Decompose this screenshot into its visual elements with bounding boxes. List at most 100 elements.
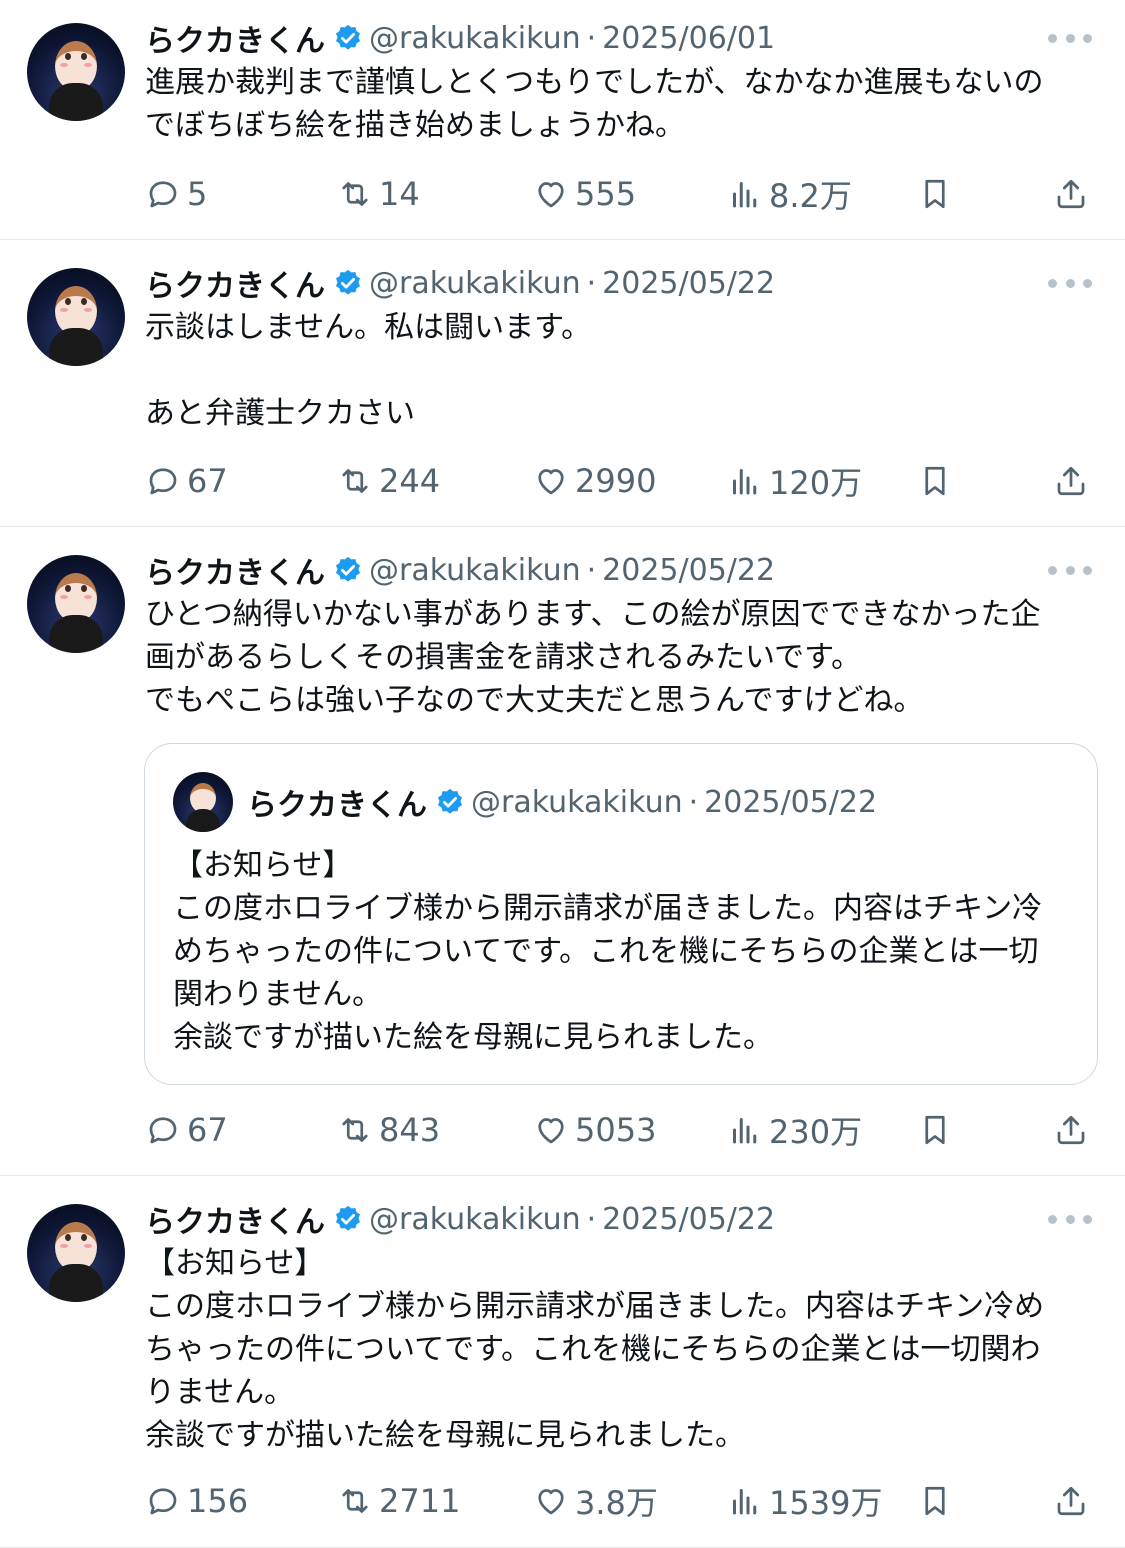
tweet[interactable]: らクカきくん @rakukakikun · 2025/05/22 示談はしません… [0, 240, 1125, 527]
views-chart-icon [733, 1118, 757, 1144]
avatar[interactable] [27, 1204, 125, 1302]
share-icon [1057, 1115, 1085, 1145]
view-count: 120万 [769, 464, 863, 502]
heart-icon [538, 1118, 564, 1144]
separator: · [586, 265, 597, 301]
quoted-tweet[interactable]: らクカきくん @rakukakikun · 2025/05/22 【お知らせ】 … [144, 743, 1098, 1085]
tweet[interactable]: らクカきくん @rakukakikun · 2025/06/01 進展か裁判まで… [0, 0, 1125, 240]
more-options-icon[interactable] [1048, 560, 1092, 580]
handle[interactable]: @rakukakikun [369, 266, 581, 301]
retweet-button[interactable]: 244 [337, 459, 440, 503]
timestamp[interactable]: 2025/05/22 [602, 1202, 775, 1237]
more-options-icon[interactable] [1048, 1209, 1092, 1229]
separator: · [688, 784, 699, 820]
tweet-text: ひとつ納得いかない事があります、この絵が原因でできなかった企 画があるらしくその… [145, 593, 1085, 722]
text-line: めちゃったの件についてです。これを機にそちらの企業とは一切 [173, 934, 1039, 969]
bookmark-button[interactable] [917, 1479, 959, 1523]
text-line: 余談ですが描いた絵を母親に見られました。 [145, 1418, 745, 1453]
verified-badge-icon [438, 788, 462, 814]
like-button[interactable]: 2990 [533, 459, 656, 503]
handle[interactable]: @rakukakikun [369, 1202, 581, 1237]
text-line: あと弁護士クカさい [145, 396, 415, 431]
timestamp[interactable]: 2025/05/22 [602, 553, 775, 588]
display-name[interactable]: らクカきくん [145, 1197, 325, 1241]
verified-badge-icon [336, 269, 360, 295]
reply-icon [149, 468, 177, 495]
tweet-text: 【お知らせ】 この度ホロライブ様から開示請求が届きました。内容はチキン冷め ちゃ… [145, 1242, 1085, 1457]
share-button[interactable] [1053, 1108, 1095, 1152]
like-count: 555 [575, 175, 637, 213]
heart-icon [538, 1489, 564, 1515]
share-button[interactable] [1053, 172, 1095, 216]
tweet[interactable]: らクカきくん @rakukakikun · 2025/05/22 【お知らせ】 … [0, 1176, 1125, 1548]
display-name[interactable]: らクカきくん [145, 261, 325, 305]
verified-badge-icon [336, 556, 360, 582]
quoted-timestamp: 2025/05/22 [704, 784, 878, 820]
separator: · [586, 1201, 597, 1237]
display-name[interactable]: らクカきくん [145, 548, 325, 592]
like-button[interactable]: 5053 [533, 1108, 656, 1152]
action-bar: 67 843 5053 230万 [145, 1108, 1095, 1152]
text-line: 【お知らせ】 [173, 848, 353, 883]
reply-button[interactable]: 156 [145, 1479, 248, 1523]
views-button[interactable]: 120万 [727, 459, 862, 503]
view-count: 8.2万 [769, 177, 852, 215]
handle[interactable]: @rakukakikun [369, 553, 581, 588]
bookmark-icon [925, 466, 945, 496]
display-name[interactable]: らクカきくん [145, 16, 325, 60]
avatar[interactable] [27, 23, 125, 121]
timestamp[interactable]: 2025/05/22 [602, 266, 775, 301]
reply-button[interactable]: 67 [145, 1108, 228, 1152]
view-count: 230万 [769, 1113, 863, 1151]
views-button[interactable]: 8.2万 [727, 172, 852, 216]
reply-count: 5 [187, 175, 208, 213]
avatar[interactable] [27, 268, 125, 366]
reply-icon [149, 181, 177, 208]
like-button[interactable]: 555 [533, 172, 636, 216]
retweet-button[interactable]: 843 [337, 1108, 440, 1152]
reply-count: 156 [187, 1482, 249, 1520]
views-button[interactable]: 1539万 [727, 1479, 882, 1523]
timestamp[interactable]: 2025/06/01 [602, 21, 775, 56]
retweet-button[interactable]: 14 [337, 172, 420, 216]
tweet-header: らクカきくん @rakukakikun · 2025/05/22 [145, 548, 775, 592]
share-icon [1057, 1486, 1085, 1516]
more-options-icon[interactable] [1048, 273, 1092, 293]
bookmark-icon [925, 179, 945, 209]
text-line: ちゃったの件についてです。これを機にそちらの企業とは一切関わ [145, 1332, 1041, 1367]
reply-button[interactable]: 67 [145, 459, 228, 503]
quoted-header: らクカきくん @rakukakikun · 2025/05/22 [247, 780, 877, 824]
like-count: 5053 [575, 1111, 657, 1149]
reply-icon [149, 1488, 177, 1515]
text-line: 【お知らせ】 [145, 1246, 325, 1281]
share-icon [1057, 179, 1085, 209]
share-button[interactable] [1053, 1479, 1095, 1523]
text-line: 関わりません。 [173, 977, 383, 1012]
bookmark-button[interactable] [917, 459, 959, 503]
views-chart-icon [733, 469, 757, 495]
text-line: この度ホロライブ様から開示請求が届きました。内容はチキン冷め [145, 1289, 1045, 1324]
tweet[interactable]: らクカきくん @rakukakikun · 2025/05/22 ひとつ納得いか… [0, 527, 1125, 1176]
views-chart-icon [733, 182, 757, 208]
bookmark-button[interactable] [917, 172, 959, 216]
verified-badge-icon [336, 1205, 360, 1231]
heart-icon [538, 469, 564, 495]
more-options-icon[interactable] [1048, 28, 1092, 48]
retweet-button[interactable]: 2711 [337, 1479, 460, 1523]
views-button[interactable]: 230万 [727, 1108, 862, 1152]
quoted-avatar [173, 772, 233, 832]
reply-button[interactable]: 5 [145, 172, 207, 216]
heart-icon [538, 182, 564, 208]
verified-badge-icon [336, 24, 360, 50]
reply-icon [149, 1117, 177, 1144]
bookmark-button[interactable] [917, 1108, 959, 1152]
share-button[interactable] [1053, 459, 1095, 503]
bookmark-icon [925, 1115, 945, 1145]
avatar[interactable] [27, 555, 125, 653]
like-button[interactable]: 3.8万 [533, 1479, 658, 1523]
action-bar: 67 244 2990 120万 [145, 459, 1095, 503]
handle[interactable]: @rakukakikun [369, 21, 581, 56]
bookmark-icon [925, 1486, 945, 1516]
text-line: りません。 [145, 1375, 295, 1410]
